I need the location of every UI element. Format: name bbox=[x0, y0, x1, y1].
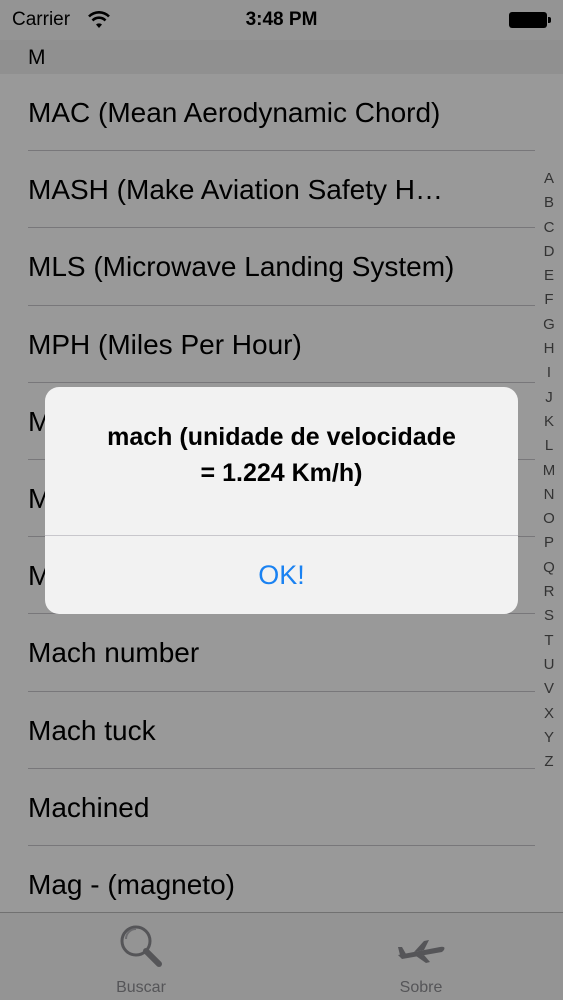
alert-message: mach (unidade de velocidade = 1.224 Km/h… bbox=[69, 419, 494, 491]
alert-message-line: mach (unidade de velocidade bbox=[107, 423, 456, 451]
alert-dialog: mach (unidade de velocidade = 1.224 Km/h… bbox=[45, 387, 518, 614]
alert-message-line: = 1.224 Km/h) bbox=[200, 459, 363, 487]
ok-button[interactable]: OK! bbox=[45, 536, 518, 614]
